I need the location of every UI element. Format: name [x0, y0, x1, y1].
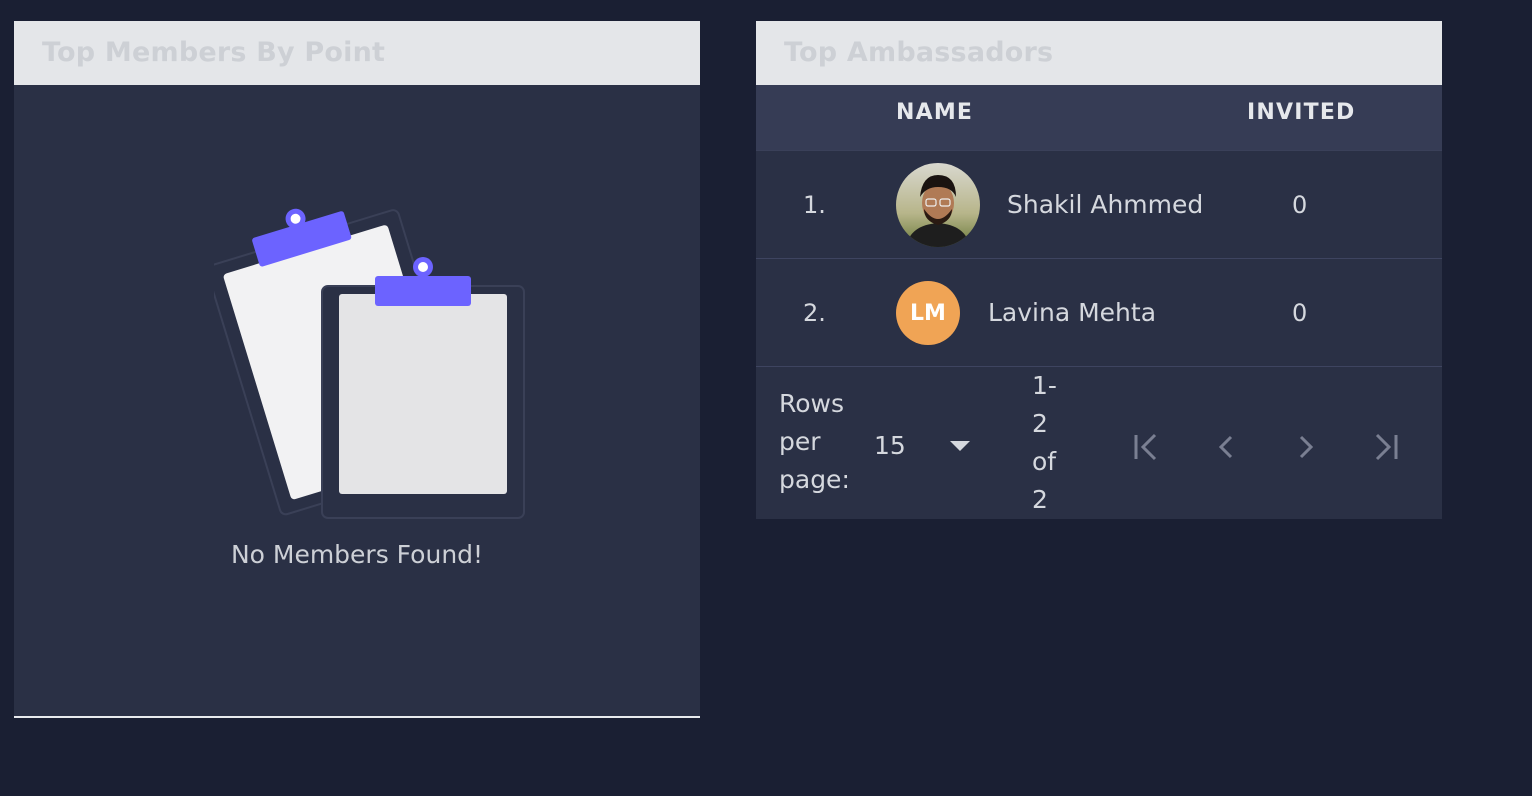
empty-message: No Members Found!	[230, 540, 484, 569]
caret-down-icon	[950, 441, 970, 451]
top-ambassadors-panel: Top Ambassadors NAME INVITED 1. Shakil A…	[756, 21, 1442, 519]
column-header-name: NAME	[896, 100, 974, 125]
table-header: NAME INVITED	[756, 85, 1442, 151]
empty-clipboards-illustration	[206, 196, 534, 530]
rank: 1.	[803, 191, 826, 219]
last-page-icon	[1375, 433, 1398, 461]
next-page-button[interactable]	[1286, 427, 1326, 467]
invited-count: 0	[1292, 191, 1308, 219]
member-name[interactable]: Shakil Ahmmed	[1007, 151, 1203, 259]
panel-title: Top Ambassadors	[756, 21, 1442, 85]
rank: 2.	[803, 299, 826, 327]
chevron-right-icon	[1299, 435, 1314, 459]
avatar: LM	[896, 281, 960, 345]
rows-per-page-select[interactable]: 15	[874, 425, 974, 465]
column-header-invited: INVITED	[1247, 100, 1356, 125]
last-page-button[interactable]	[1366, 427, 1406, 467]
first-page-button[interactable]	[1126, 427, 1166, 467]
rows-per-page-label: Rows per page:	[779, 389, 850, 494]
page-range: 1-2 of 2	[1032, 371, 1057, 514]
panel-title: Top Members By Point	[14, 21, 700, 85]
table-row: 2. LM Lavina Mehta 0	[756, 259, 1442, 367]
first-page-icon	[1134, 433, 1157, 461]
rows-per-page-value: 15	[874, 430, 906, 460]
previous-page-button[interactable]	[1206, 427, 1246, 467]
table-row: 1. Shakil Ahmmed 0	[756, 151, 1442, 259]
pagination: Rows per page: 15 1-2 of 2	[756, 367, 1442, 519]
top-members-panel: Top Members By Point No Members Found!	[14, 21, 700, 718]
chevron-left-icon	[1218, 435, 1233, 459]
avatar	[896, 163, 980, 247]
member-name[interactable]: Lavina Mehta	[988, 259, 1156, 367]
invited-count: 0	[1292, 299, 1308, 327]
